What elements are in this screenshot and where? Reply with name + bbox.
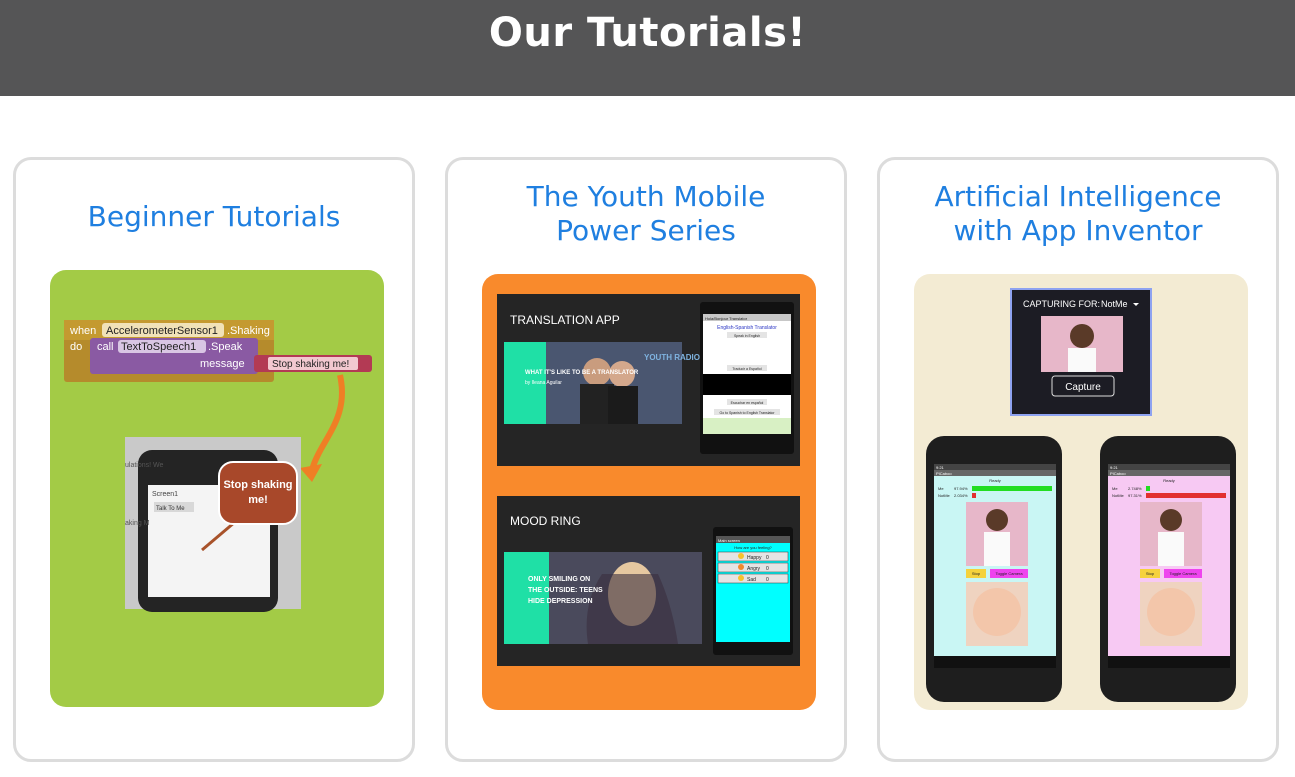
right-row2-label: NotMe <box>1112 493 1125 498</box>
tts-label: TextToSpeech1 <box>121 341 196 353</box>
message-label: message <box>200 358 245 370</box>
card-title[interactable]: Artificial Intelligence with App Invento… <box>880 180 1276 248</box>
slide2-app-hint: How are you feeling? <box>734 545 772 550</box>
method-label: .Speak <box>208 341 243 353</box>
tutorial-card-ai[interactable]: Artificial Intelligence with App Invento… <box>877 157 1279 762</box>
right-stop: Stop <box>1146 571 1155 576</box>
sensor-label: AccelerometerSensor1 <box>106 325 218 337</box>
message-value: Stop shaking me! <box>272 359 349 370</box>
right-app: PICaboo <box>1110 471 1126 476</box>
slide2-app-bar: Main screen <box>718 538 740 543</box>
slides-illustration: TRANSLATION APP YOUTH RADIO WHAT IT'S LI… <box>497 294 800 666</box>
left-row2-label: NotMe <box>938 493 951 498</box>
card-title-line-1[interactable]: The Youth Mobile <box>448 180 844 214</box>
slide2-banner-1: ONLY SMILING ON <box>528 576 590 583</box>
mood-sad: Sad <box>747 577 756 583</box>
card-title-text[interactable]: Beginner Tutorials <box>88 200 341 233</box>
left-toggle: Toggle Camera <box>995 571 1023 576</box>
svg-text:Stop shaking: Stop shaking <box>223 479 292 491</box>
page-title: Our Tutorials! <box>488 10 807 56</box>
event-label: .Shaking <box>227 325 270 337</box>
slide1-banner-sub: by Ileana Aguilar <box>525 380 562 386</box>
youth-radio-logo: YOUTH RADIO <box>644 353 700 362</box>
phone-button-label: Talk To Me <box>156 506 185 512</box>
slide1-btn1: Speak in English <box>734 334 760 338</box>
do-label: do <box>70 341 82 353</box>
slide2-banner-3: HIDE DEPRESSION <box>528 598 593 605</box>
mood-sad-count: 0 <box>766 577 769 583</box>
call-label: call <box>97 341 114 353</box>
card-image-youth-mobile[interactable]: TRANSLATION APP YOUTH RADIO WHAT IT'S LI… <box>482 274 816 710</box>
mood-angry-count: 0 <box>766 566 769 572</box>
capture-target: NotMe <box>1101 299 1128 309</box>
card-title[interactable]: Beginner Tutorials <box>16 200 412 234</box>
capture-button: Capture <box>1065 382 1101 393</box>
when-label: when <box>69 325 96 337</box>
tutorial-card-beginner[interactable]: Beginner Tutorials when AccelerometerSen… <box>13 157 415 762</box>
slide1-btn2: Traducir a Español <box>732 367 761 371</box>
slide2-heading: MOOD RING <box>510 514 581 528</box>
right-row1-value: 2.748% <box>1128 486 1142 491</box>
card-title-line-1[interactable]: Artificial Intelligence <box>880 180 1276 214</box>
slide1-heading: TRANSLATION APP <box>510 313 620 327</box>
right-status: Ready <box>1163 478 1175 483</box>
tutorial-card-youth-mobile[interactable]: The Youth Mobile Power Series TRANSLATIO… <box>445 157 847 762</box>
slide1-app-title: English-Spanish Translator <box>717 325 777 331</box>
svg-text:me!: me! <box>248 494 268 506</box>
phone-screen-label: Screen1 <box>152 491 178 498</box>
slide1-btn4: Go to Spanish to English Translator <box>719 411 775 415</box>
card-image-beginner[interactable]: when AccelerometerSensor1 .Shaking do ca… <box>50 270 384 707</box>
left-row2-value: 2.034% <box>954 493 968 498</box>
blocks-illustration: when AccelerometerSensor1 .Shaking do ca… <box>64 320 372 612</box>
page-header: Our Tutorials! <box>0 0 1295 96</box>
card-image-ai[interactable]: CAPTURING FOR: NotMe Capture 9:21 PICabo… <box>914 274 1248 710</box>
mood-happy-count: 0 <box>766 555 769 561</box>
slide2-banner-2: THE OUTSIDE: TEENS <box>528 587 603 594</box>
slide1-banner: WHAT IT'S LIKE TO BE A TRANSLATOR <box>525 370 639 376</box>
mood-angry: Angry <box>747 566 761 572</box>
phone-side-text-2: aking M <box>125 520 150 527</box>
left-app: PICaboo <box>936 471 952 476</box>
phone-side-text-1: ulations! We <box>125 462 163 469</box>
card-title-line-2[interactable]: Power Series <box>448 214 844 248</box>
mood-happy: Happy <box>747 555 762 561</box>
left-row1-value: 97.94% <box>954 486 968 491</box>
slide1-btn3: Escuchar en español <box>731 401 764 405</box>
left-status: Ready <box>989 478 1001 483</box>
left-row1-label: Me <box>938 486 944 491</box>
card-title[interactable]: The Youth Mobile Power Series <box>448 180 844 248</box>
right-row2-value: 97.31% <box>1128 493 1142 498</box>
right-toggle: Toggle Camera <box>1169 571 1197 576</box>
right-time: 9:21 <box>1110 465 1119 470</box>
card-title-line-2[interactable]: with App Inventor <box>880 214 1276 248</box>
left-time: 9:21 <box>936 465 945 470</box>
left-stop: Stop <box>972 571 981 576</box>
ai-illustration: CAPTURING FOR: NotMe Capture 9:21 PICabo… <box>926 288 1236 702</box>
right-row1-label: Me <box>1112 486 1118 491</box>
slide1-app-bar: Hola/Bonjour Translator <box>705 316 748 321</box>
capture-label: CAPTURING FOR: <box>1023 299 1100 309</box>
